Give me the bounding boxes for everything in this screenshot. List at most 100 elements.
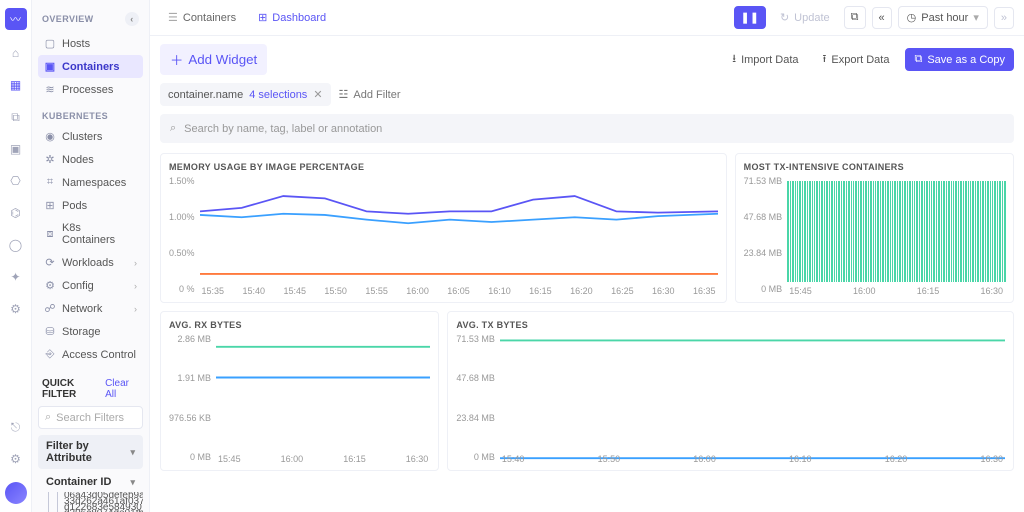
import-data-button[interactable]: ⭳ Import Data [724, 46, 806, 73]
save-as-copy-button[interactable]: ⧉Save as a Copy [905, 48, 1014, 71]
quick-filter-search[interactable]: ⌕Search Filters [38, 406, 143, 429]
config-icon: ⚙ [44, 279, 56, 292]
network-label: Network [62, 303, 102, 315]
time-range-label: Past hour [921, 12, 968, 24]
topbar: ☰ Containers ⊞Dashboard ❚❚ ↻ Update ⧉ « ◷ P… [150, 0, 1024, 36]
toolbar: ＋ Add Widget ⭳ Import Data ⭱Export Data ⧉S… [150, 36, 1024, 83]
filter-icon: ☳ [339, 88, 349, 101]
rail-settings-icon[interactable]: ⚙ [7, 450, 25, 468]
chart-memory-usage[interactable]: MEMORY USAGE BY IMAGE PERCENTAGE 1.50%1.… [160, 153, 727, 303]
filter-bar: container.name 4 selections ✕ ☳ Add Filte… [150, 83, 1024, 114]
y-axis: 1.50%1.00%0.50%0 % [169, 176, 200, 294]
tab-containers-label: Containers [183, 12, 236, 24]
namespaces-icon: ⌗ [44, 176, 56, 189]
update-label: Update [794, 12, 829, 24]
rail-icon-3[interactable]: ⧉ [7, 108, 25, 126]
download-icon: ⭳ [732, 50, 736, 69]
rail-icon-9[interactable]: ⚙ [7, 300, 25, 318]
brand-logo[interactable]: 〰 [5, 8, 27, 30]
nodes-icon: ✲ [44, 153, 56, 166]
main-search[interactable]: ⌕ Search by name, tag, label or annotati… [160, 114, 1014, 143]
y-axis: 71.53 MB47.68 MB23.84 MB0 MB [744, 176, 788, 294]
sidebar-k8s-label: KUBERNETES [38, 101, 143, 125]
rail-help-icon[interactable]: ⎋ [7, 418, 25, 436]
collapse-sidebar-icon[interactable]: ‹ [125, 12, 139, 26]
export-data-button[interactable]: ⭱Export Data [815, 46, 898, 73]
rail-icon-8[interactable]: ✦ [7, 268, 25, 286]
dashboard-icon: ⊞ [258, 11, 267, 24]
sidebar-item-containers[interactable]: ▣ Containers [38, 55, 143, 78]
refresh-icon: ↻ [780, 11, 789, 24]
sidebar-item-clusters[interactable]: ◉Clusters [38, 125, 143, 148]
k8s-containers-icon: ⧈ [44, 228, 56, 241]
plus-icon: ＋ [170, 50, 183, 69]
sidebar-item-hosts[interactable]: ▢Hosts [38, 32, 143, 55]
plot-area: 15:3515:4015:4515:5015:5516:0016:0516:10… [200, 176, 718, 294]
rail-icon-7[interactable]: ◯ [7, 236, 25, 254]
list-icon: ☰ [168, 11, 178, 24]
sidebar-item-config[interactable]: ⚙Config› [38, 274, 143, 297]
chart-avg-rx[interactable]: AVG. RX BYTES 2.86 MB1.91 MB976.56 KB0 M… [160, 311, 439, 471]
clear-all-link[interactable]: Clear All [105, 378, 139, 400]
remove-chip-icon[interactable]: ✕ [313, 88, 322, 101]
sidebar-item-k8s-containers[interactable]: ⧈ K8s Containers [38, 217, 143, 251]
export-label: Export Data [831, 54, 889, 66]
rail-home-icon[interactable]: ⌂ [7, 44, 25, 62]
access-control-label: Access Control [62, 349, 136, 361]
icon-rail: 〰 ⌂ ▦ ⧉ ▣ ⎔ ⌬ ◯ ✦ ⚙ ⎋ ⚙ [0, 0, 32, 512]
chart-tx-intensive[interactable]: MOST TX-INTENSIVE CONTAINERS 71.53 MB47.… [735, 153, 1014, 303]
rail-icon-4[interactable]: ▣ [7, 140, 25, 158]
tab-containers[interactable]: ☰ Containers [160, 7, 244, 28]
update-button[interactable]: ↻ Update [772, 7, 838, 28]
sidebar-item-network[interactable]: ☍Network› [38, 297, 143, 320]
plot-area: 15:4516:0016:1516:30 [216, 334, 430, 462]
user-avatar[interactable] [5, 482, 27, 504]
chevron-down-icon: ▾ [130, 447, 135, 458]
x-axis: 15:4015:5016:0016:1016:2016:30 [500, 454, 1005, 464]
pause-button[interactable]: ❚❚ [734, 6, 766, 29]
sidebar: OVERVIEW ‹ ▢Hosts ▣Containers ≋Processes… [32, 0, 150, 512]
add-filter-label: Add Filter [353, 89, 400, 101]
containers-label: Containers [62, 61, 119, 73]
sidebar-item-pods[interactable]: ⊞Pods [38, 194, 143, 217]
sidebar-item-access-control[interactable]: ⎆Access Control [38, 343, 143, 366]
import-label: Import Data [741, 54, 798, 66]
rail-containers-icon[interactable]: ▦ [7, 76, 25, 94]
add-filter-button[interactable]: ☳ Add Filter [339, 88, 401, 101]
k8s-containers-label: K8s Containers [62, 222, 137, 246]
filter-group-container-id[interactable]: Container ID ▾ [38, 469, 143, 492]
sidebar-item-workloads[interactable]: ⟳Workloads› [38, 251, 143, 274]
plot-area: 15:4015:5016:0016:1016:2016:30 [500, 334, 1005, 462]
hosts-label: Hosts [62, 38, 90, 50]
sidebar-item-processes[interactable]: ≋Processes [38, 78, 143, 101]
filter-by-attribute[interactable]: Filter by Attribute▾ [38, 435, 143, 469]
namespaces-label: Namespaces [62, 177, 126, 189]
workloads-icon: ⟳ [44, 256, 56, 269]
filter-chip[interactable]: container.name 4 selections ✕ [160, 83, 331, 106]
y-axis: 2.86 MB1.91 MB976.56 KB0 MB [169, 334, 216, 462]
chevron-down-icon: ▾ [130, 477, 135, 488]
chart-avg-tx[interactable]: AVG. TX BYTES 71.53 MB47.68 MB23.84 MB0 … [447, 311, 1014, 471]
rail-icon-6[interactable]: ⌬ [7, 204, 25, 222]
chart-title: AVG. TX BYTES [456, 320, 1005, 330]
chart-title: MOST TX-INTENSIVE CONTAINERS [744, 162, 1005, 172]
add-widget-label: Add Widget [188, 52, 257, 67]
y-axis: 71.53 MB47.68 MB23.84 MB0 MB [456, 334, 500, 462]
main-search-placeholder: Search by name, tag, label or annotation [184, 123, 382, 135]
sidebar-item-namespaces[interactable]: ⌗ Namespaces [38, 171, 143, 194]
tab-dashboard[interactable]: ⊞Dashboard [250, 7, 334, 28]
container-id-label: Container ID [46, 476, 111, 488]
rail-icon-5[interactable]: ⎔ [7, 172, 25, 190]
add-widget-button[interactable]: ＋ Add Widget [160, 44, 267, 75]
containers-icon: ▣ [44, 60, 56, 73]
sidebar-item-nodes[interactable]: ✲Nodes [38, 148, 143, 171]
main: ☰ Containers ⊞Dashboard ❚❚ ↻ Update ⧉ « ◷ P… [150, 0, 1024, 512]
copy-link-button[interactable]: ⧉ [844, 6, 866, 29]
time-back-button[interactable]: « [872, 7, 892, 29]
clock-icon: ◷ [907, 11, 917, 24]
time-forward-button[interactable]: » [994, 7, 1014, 29]
chevron-right-icon: › [134, 258, 137, 268]
sidebar-item-storage[interactable]: ⛁Storage [38, 320, 143, 343]
time-range-picker[interactable]: ◷Past hour▾ [898, 6, 988, 29]
search-icon: ⌕ [45, 411, 51, 424]
